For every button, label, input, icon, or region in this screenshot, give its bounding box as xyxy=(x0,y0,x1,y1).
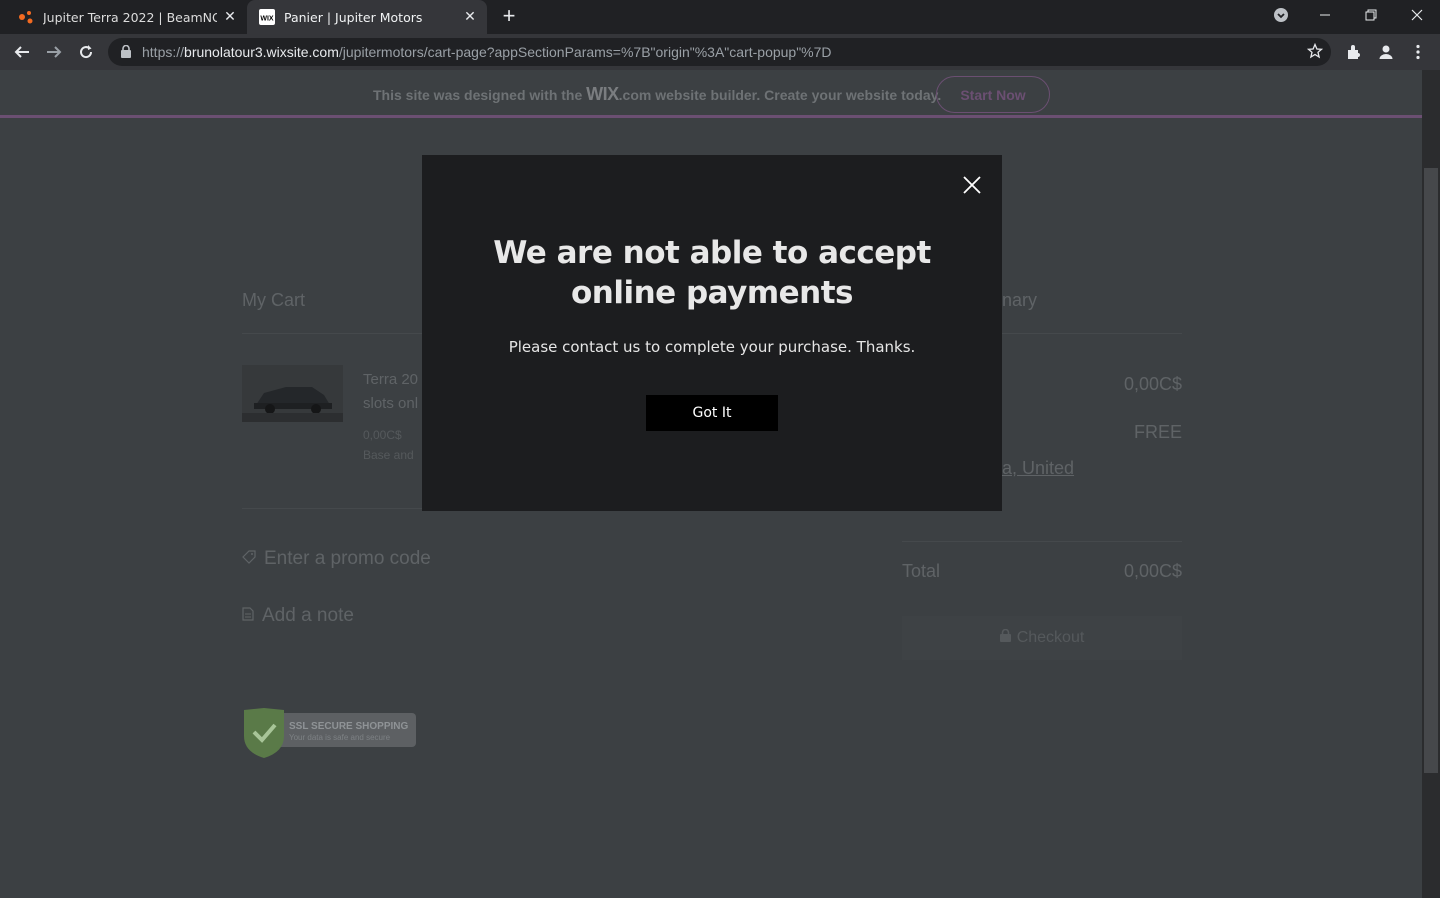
close-window-icon[interactable] xyxy=(1394,0,1440,30)
order-summary-title: nary xyxy=(1002,290,1038,310)
start-now-button[interactable]: Start Now xyxy=(936,76,1050,113)
item-option: Base and xyxy=(363,448,414,462)
wix-icon: WIX xyxy=(259,9,275,25)
divider xyxy=(242,508,422,509)
checkout-button[interactable]: Checkout xyxy=(902,616,1182,660)
close-icon[interactable] xyxy=(960,173,984,197)
item-price: 0,00C$ xyxy=(363,428,402,442)
wix-banner-text: This site was designed with the WIX.com … xyxy=(373,84,942,104)
total-value: 0,00C$ xyxy=(1123,561,1182,581)
tab-close-icon[interactable]: ✕ xyxy=(217,4,243,30)
tab-beamng[interactable]: Jupiter Terra 2022 | BeamNG ✕ xyxy=(0,0,247,34)
tab-search-icon[interactable] xyxy=(1258,0,1304,30)
url-text: https://brunolatour3.wixsite.com/jupiter… xyxy=(142,44,832,60)
promo-code-link[interactable]: Enter a promo code xyxy=(242,548,431,570)
dialog-message: Please contact us to complete your purch… xyxy=(508,338,916,356)
menu-kebab-icon[interactable] xyxy=(1404,38,1432,66)
tab-bar: Jupiter Terra 2022 | BeamNG ✕ WIX Panier… xyxy=(0,0,1440,34)
minimize-icon[interactable] xyxy=(1302,0,1348,30)
tab-title: Jupiter Terra 2022 | BeamNG xyxy=(43,9,217,25)
scrollbar-thumb[interactable] xyxy=(1424,168,1438,773)
svg-text:WIX: WIX xyxy=(260,16,274,23)
tab-jupiter-motors[interactable]: WIX Panier | Jupiter Motors ✕ xyxy=(247,0,487,34)
tag-icon xyxy=(242,548,256,570)
profile-icon[interactable] xyxy=(1372,38,1400,66)
scrollbar[interactable] xyxy=(1422,70,1440,898)
note-icon xyxy=(242,605,254,627)
dialog-title: We are not able to accept online payment… xyxy=(493,235,931,311)
shipping-value: FREE xyxy=(1133,422,1182,442)
tab-close-icon[interactable]: ✕ xyxy=(457,4,483,30)
divider xyxy=(902,541,1182,542)
beamng-icon xyxy=(18,9,34,25)
ssl-subtitle: Your data is safe and secure xyxy=(289,733,391,742)
page-viewport: This site was designed with the WIX.com … xyxy=(0,70,1422,898)
restore-icon[interactable] xyxy=(1348,0,1394,30)
bookmark-star-icon[interactable] xyxy=(1306,42,1324,64)
lock-icon[interactable] xyxy=(121,44,131,63)
tab-title: Panier | Jupiter Motors xyxy=(284,9,423,25)
extensions-icon[interactable] xyxy=(1340,38,1368,66)
item-thumbnail[interactable] xyxy=(242,365,343,422)
divider xyxy=(1002,333,1182,334)
forward-icon[interactable] xyxy=(40,38,68,66)
divider xyxy=(242,333,422,334)
lock-icon xyxy=(999,628,1011,647)
ssl-title: SSL SECURE SHOPPING xyxy=(289,721,409,732)
ssl-secure-badge: SSL SECURE SHOPPING Your data is safe an… xyxy=(242,708,417,758)
got-it-button[interactable]: Got It xyxy=(646,395,778,431)
add-note-link[interactable]: Add a note xyxy=(242,605,354,627)
wix-ad-banner: This site was designed with the WIX.com … xyxy=(0,70,1422,118)
back-icon[interactable] xyxy=(8,38,36,66)
total-label: Total xyxy=(902,561,941,581)
cart-title: My Cart xyxy=(242,290,305,310)
item-name[interactable]: Terra 20 slots onl xyxy=(363,368,418,416)
new-tab-icon[interactable]: + xyxy=(496,5,522,29)
shipping-location-link[interactable]: a, United xyxy=(1002,458,1074,479)
payment-unavailable-dialog: We are not able to accept online payment… xyxy=(422,155,1002,511)
address-bar[interactable]: https://brunolatour3.wixsite.com/jupiter… xyxy=(108,38,1331,66)
reload-icon[interactable] xyxy=(72,38,100,66)
subtotal-value: 0,00C$ xyxy=(1123,374,1182,394)
browser-toolbar: https://brunolatour3.wixsite.com/jupiter… xyxy=(0,34,1440,70)
